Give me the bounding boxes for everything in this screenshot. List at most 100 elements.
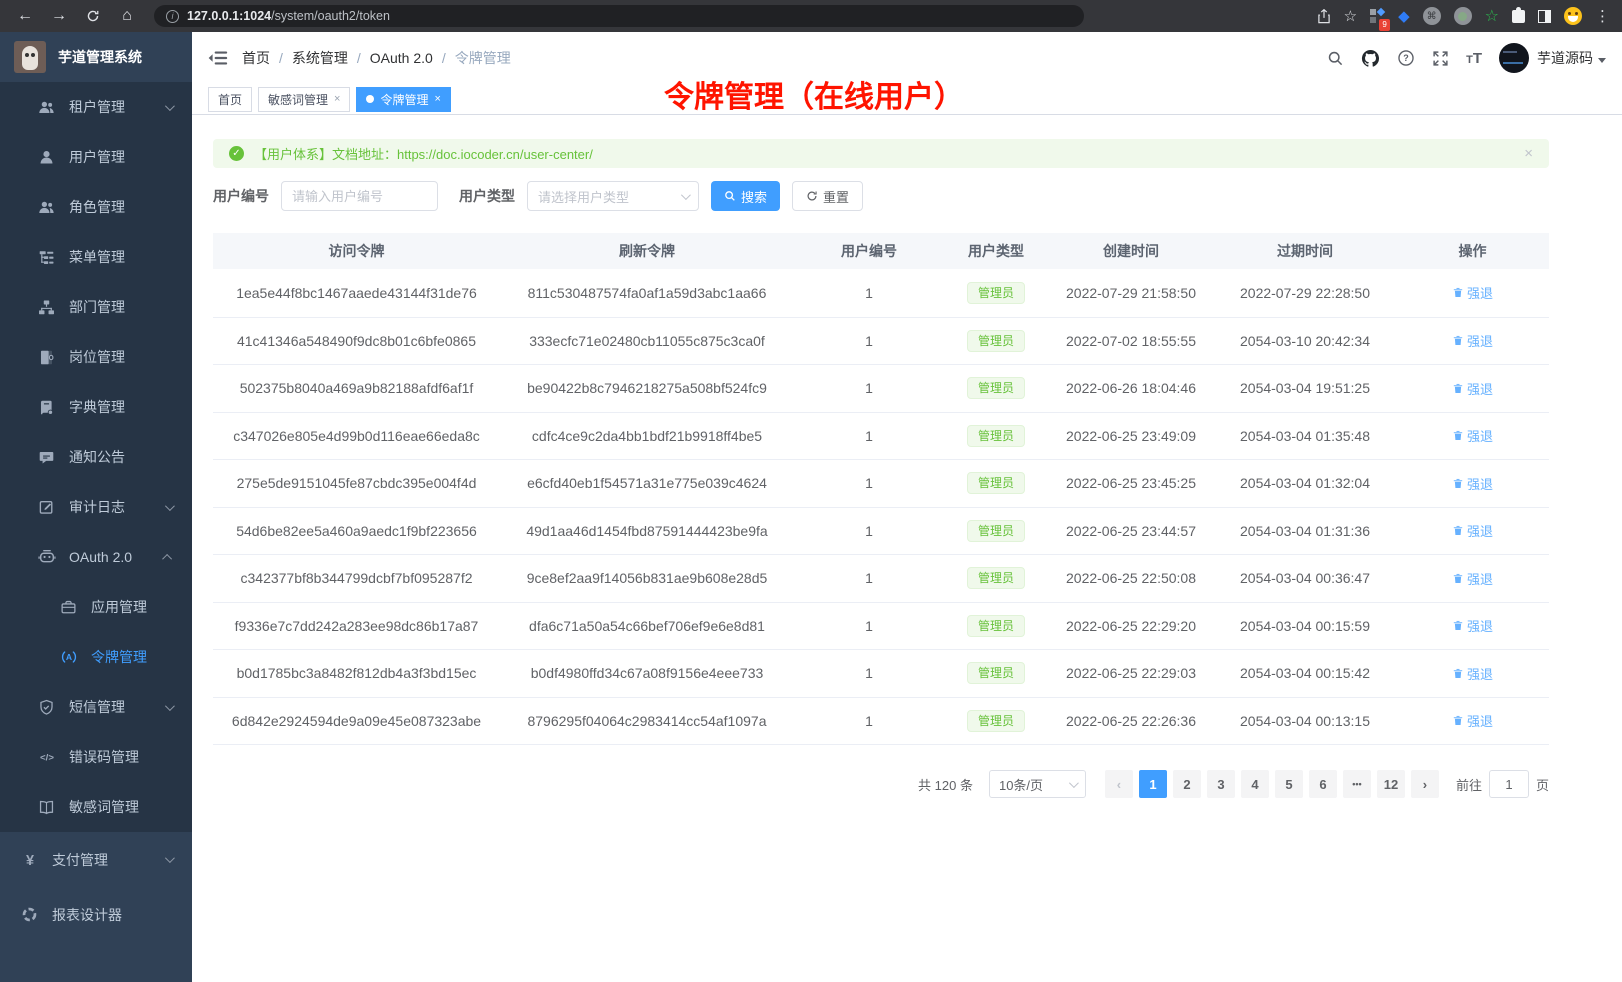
shield-icon [37,699,56,716]
user-id-cell: 1 [794,713,944,729]
page-content: 【用户体系】文档地址：https://doc.iocoder.cn/user-c… [192,115,1622,982]
extension-split-icon[interactable] [1538,10,1551,23]
next-page-button[interactable]: › [1411,770,1439,798]
admin-badge: 管理员 [967,615,1025,637]
browser-forward-icon[interactable]: → [46,3,72,29]
user-id-cell: 1 [794,285,944,301]
sidebar-item-8-log[interactable]: 审计日志 [0,482,192,532]
sidebar-item-10-app[interactable]: 应用管理 [0,582,192,632]
sidebar-item-15-pay[interactable]: ¥支付管理 [0,832,192,887]
sidebar-item-5-post[interactable]: 岗位管理 [0,332,192,382]
sidebar-item-3-tree-table[interactable]: 菜单管理 [0,232,192,282]
alert-close-icon[interactable] [1524,145,1533,162]
browser-home-icon[interactable]: ⌂ [114,3,140,29]
access-token-cell: 1ea5e44f8bc1467aaede43144f31de76 [213,285,500,301]
admin-badge: 管理员 [967,520,1025,542]
tab-home[interactable]: 首页 [208,87,252,112]
force-logout-button[interactable]: 强退 [1452,616,1493,635]
close-icon[interactable]: × [334,93,340,105]
sidebar-item-14-book[interactable]: 敏感词管理 [0,782,192,832]
page-button-4[interactable]: 4 [1241,770,1269,798]
expire-time-cell: 2054-03-10 20:42:34 [1214,333,1396,349]
page-size-select[interactable]: 10条/页 [989,770,1086,798]
red-annotation-text: 令牌管理（在线用户） [664,72,964,116]
browser-url-bar[interactable]: i 127.0.0.1:1024/system/oauth2/token [154,5,1084,27]
sidebar-item-label: 应用管理 [91,597,147,617]
profile-emoji-icon[interactable] [1564,7,1582,25]
force-logout-button[interactable]: 强退 [1452,569,1493,588]
goto-page-input[interactable] [1489,770,1529,798]
sidebar-item-11-token[interactable]: A令牌管理 [0,632,192,682]
page-button-12[interactable]: 12 [1377,770,1405,798]
tab-sensitive-words[interactable]: 敏感词管理× [258,87,350,112]
sidebar-item-0-peoples[interactable]: 租户管理 [0,82,192,132]
col-user-id: 用户编号 [794,241,944,261]
sidebar-item-13-code[interactable]: </>错误码管理 [0,732,192,782]
sidebar-item-4-tree[interactable]: 部门管理 [0,282,192,332]
sidebar-fold-icon[interactable] [208,49,228,67]
browser-back-icon[interactable]: ← [12,3,38,29]
search-icon[interactable] [1327,50,1344,67]
extension-gem-icon[interactable]: ◆ [1398,7,1410,25]
force-logout-button[interactable]: 强退 [1452,664,1493,683]
force-logout-button[interactable]: 强退 [1452,474,1493,493]
user-id-label: 用户编号 [213,186,269,206]
sidebar-item-1-user[interactable]: 用户管理 [0,132,192,182]
refresh-token-cell: be90422b8c7946218275a508bf524fc9 [500,380,794,396]
page-button-2[interactable]: 2 [1173,770,1201,798]
breadcrumb-system[interactable]: 系统管理 [292,48,348,68]
fullscreen-icon[interactable] [1432,50,1449,67]
page-button-3[interactable]: 3 [1207,770,1235,798]
user-dropdown[interactable]: 芋道源码 [1499,43,1606,73]
page-button-6[interactable]: 6 [1309,770,1337,798]
force-logout-button[interactable]: 强退 [1452,426,1493,445]
force-logout-button[interactable]: 强退 [1452,711,1493,730]
help-icon[interactable]: ? [1397,49,1415,67]
github-icon[interactable] [1361,49,1380,68]
reset-button[interactable]: 重置 [792,181,863,211]
browser-menu-icon[interactable]: ⋮ [1595,9,1610,24]
extension-evernote-icon[interactable]: ☆ [1485,6,1499,26]
sidebar-item-6-dict[interactable]: 字典管理 [0,382,192,432]
force-logout-button[interactable]: 强退 [1452,521,1493,540]
close-icon[interactable]: × [434,93,440,105]
report-icon [20,906,39,923]
svg-text:¥: ¥ [25,852,33,868]
sidebar-logo[interactable]: 芋道管理系统 [0,32,192,82]
page-button-1[interactable]: 1 [1139,770,1167,798]
user-type-select[interactable]: 请选择用户类型 [527,181,699,211]
page-button-5[interactable]: 5 [1275,770,1303,798]
chevron-down-icon [165,101,175,111]
admin-badge: 管理员 [967,377,1025,399]
extension-command-icon[interactable]: ⌘ [1423,7,1441,25]
page-info-icon[interactable]: i [166,10,179,23]
extension-recorder-icon[interactable] [1454,7,1472,25]
tab-token-manage[interactable]: 令牌管理× [356,87,450,112]
trash-icon [1452,667,1464,680]
sidebar-item-12-shield[interactable]: 短信管理 [0,682,192,732]
robot-icon [37,548,56,566]
sidebar-item-9-robot[interactable]: OAuth 2.0 [0,532,192,582]
bookmark-star-icon[interactable]: ☆ [1344,9,1357,24]
breadcrumb-home[interactable]: 首页 [242,48,270,68]
logo-avatar [14,41,46,73]
sidebar-item-16-report[interactable]: 报表设计器 [0,887,192,942]
search-button[interactable]: 搜索 [711,181,780,211]
extension-puzzle-icon[interactable] [1512,10,1525,23]
share-icon[interactable] [1317,9,1331,24]
user-id-input[interactable] [281,181,438,211]
force-logout-button[interactable]: 强退 [1452,283,1493,302]
sidebar-item-7-message[interactable]: 通知公告 [0,432,192,482]
prev-page-button[interactable]: ‹ [1105,770,1133,798]
force-logout-button[interactable]: 强退 [1452,331,1493,350]
sidebar: 芋道管理系统 租户管理用户管理角色管理菜单管理部门管理岗位管理字典管理通知公告审… [0,32,192,982]
breadcrumb-oauth[interactable]: OAuth 2.0 [370,50,433,66]
sidebar-item-2-peoples[interactable]: 角色管理 [0,182,192,232]
extension-grid-icon[interactable]: 9 [1370,9,1385,24]
font-size-icon[interactable]: TT [1466,50,1482,67]
expire-time-cell: 2054-03-04 19:51:25 [1214,380,1396,396]
page-ellipsis[interactable]: ••• [1343,770,1371,798]
force-logout-button[interactable]: 强退 [1452,379,1493,398]
refresh-token-cell: 811c530487574fa0af1a59d3abc1aa66 [500,285,794,301]
browser-reload-icon[interactable] [80,3,106,29]
